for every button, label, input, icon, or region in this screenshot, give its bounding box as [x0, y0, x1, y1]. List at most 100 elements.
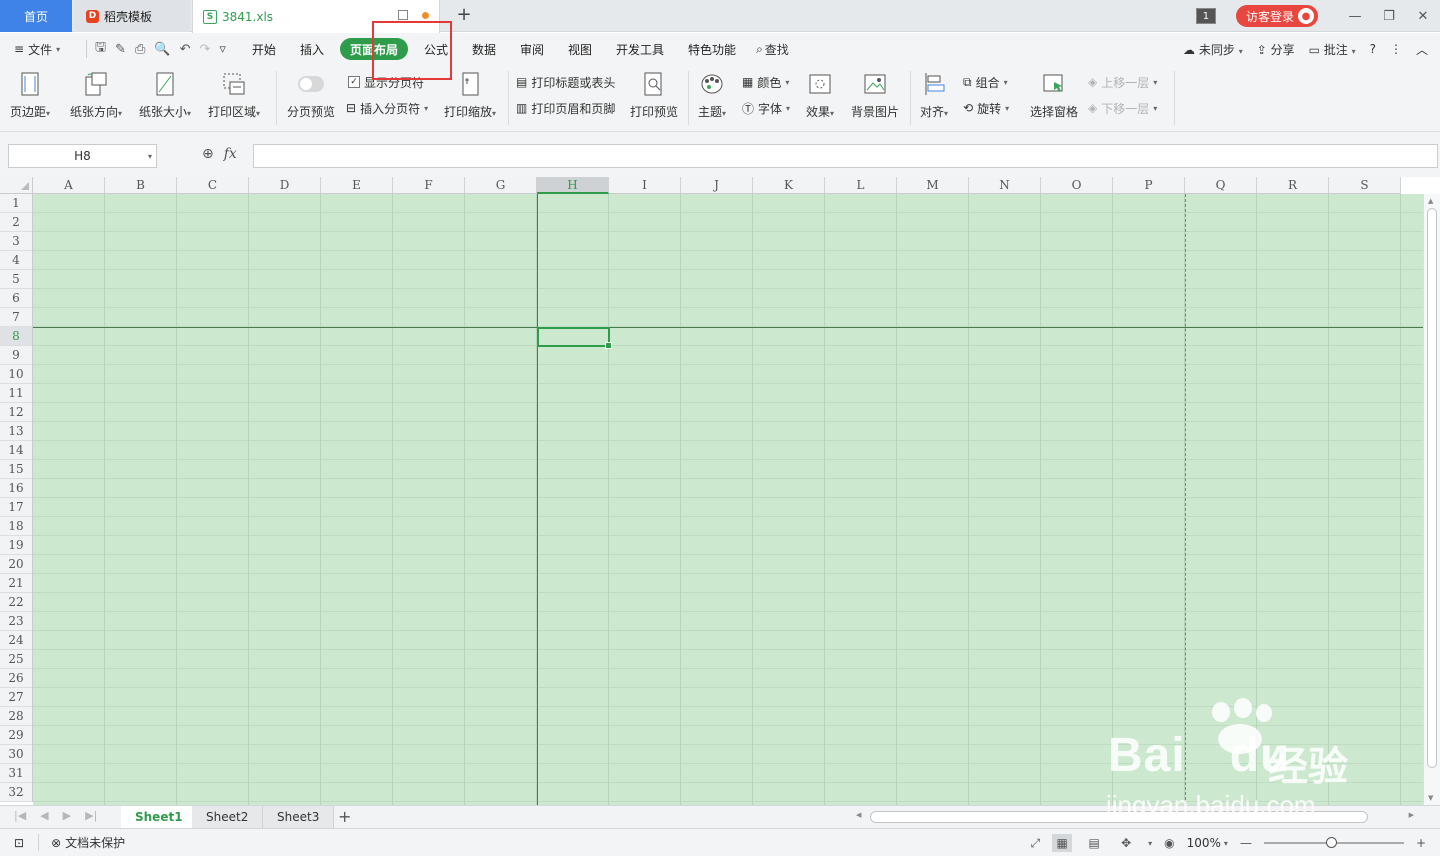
page-break-preview-toggle[interactable]: 分页预览 [287, 65, 335, 120]
effects-button[interactable]: 效果▾ [806, 65, 834, 120]
tab-view[interactable]: 视图 [556, 38, 604, 60]
align-button[interactable]: 对齐▾ [920, 65, 948, 120]
row-header[interactable]: 8 [0, 327, 32, 346]
close-icon[interactable]: ✕ [1406, 9, 1440, 24]
vertical-scrollbar[interactable]: ▲ ▼ [1423, 194, 1440, 805]
sync-button[interactable]: ☁ 未同步 ▾ [1183, 41, 1243, 58]
column-header[interactable]: C [177, 177, 249, 194]
column-header[interactable]: K [753, 177, 825, 194]
column-header[interactable]: H [537, 177, 609, 194]
column-header[interactable]: Q [1185, 177, 1257, 194]
column-header[interactable]: J [681, 177, 753, 194]
paper-size-button[interactable]: 纸张大小▾ [139, 65, 191, 120]
normal-view-icon[interactable]: ▦ [1052, 834, 1073, 852]
page-layout-view-icon[interactable]: ✥ [1116, 834, 1136, 852]
margins-button[interactable]: 页边距▾ [10, 65, 50, 120]
format-painter-icon[interactable]: ✎ [115, 42, 126, 57]
print-area-button[interactable]: 打印区域▾ [208, 65, 260, 120]
column-header[interactable]: N [969, 177, 1041, 194]
row-header[interactable]: 16 [0, 479, 32, 498]
row-header[interactable]: 9 [0, 346, 32, 365]
row-header[interactable]: 30 [0, 745, 32, 764]
row-header[interactable]: 5 [0, 270, 32, 289]
restore-tab-icon[interactable] [398, 10, 408, 20]
redo-icon[interactable]: ↷ [199, 42, 210, 57]
zoom-in-icon[interactable]: + [1416, 836, 1426, 850]
new-tab-button[interactable]: + [454, 4, 474, 25]
add-sheet-button[interactable]: + [338, 807, 351, 826]
last-sheet-icon[interactable]: ▶| [85, 809, 97, 822]
print-preview-icon[interactable]: 🔍 [154, 42, 170, 57]
column-header[interactable]: I [609, 177, 681, 194]
share-button[interactable]: ⇪ 分享 [1257, 41, 1295, 58]
group-button[interactable]: ⧉ 组合 ▾ [963, 73, 1008, 91]
save-icon[interactable]: 🖫 [95, 38, 106, 60]
row-header[interactable]: 29 [0, 726, 32, 745]
row-header[interactable]: 21 [0, 574, 32, 593]
background-image-button[interactable]: 背景图片 [851, 65, 899, 120]
row-header[interactable]: 23 [0, 612, 32, 631]
row-header[interactable]: 25 [0, 650, 32, 669]
column-header[interactable]: R [1257, 177, 1329, 194]
first-sheet-icon[interactable]: |◀ [14, 809, 26, 822]
orientation-button[interactable]: 纸张方向▾ [70, 65, 122, 120]
row-header[interactable]: 10 [0, 365, 32, 384]
row-header[interactable]: 27 [0, 688, 32, 707]
collapse-ribbon-icon[interactable]: ︿ [1416, 41, 1428, 58]
print-icon[interactable]: ⎙ [135, 42, 145, 57]
tab-formulas[interactable]: 公式 [412, 38, 460, 60]
maximize-icon[interactable]: ❐ [1372, 9, 1406, 24]
tab-review[interactable]: 审阅 [508, 38, 556, 60]
theme-button[interactable]: 主题▾ [698, 65, 726, 120]
tab-page-layout[interactable]: 页面布局 [339, 38, 408, 60]
zoom-slider[interactable] [1263, 837, 1404, 848]
row-header[interactable]: 15 [0, 460, 32, 479]
guest-login-button[interactable]: 访客登录 ● [1235, 5, 1318, 27]
formula-input[interactable] [253, 144, 1438, 168]
column-header[interactable]: P [1113, 177, 1185, 194]
zoom-level[interactable]: 100% ▾ [1187, 836, 1228, 850]
scroll-right-icon[interactable]: ▶ [1409, 811, 1414, 819]
column-header[interactable]: E [321, 177, 393, 194]
selection-pane-button[interactable]: 选择窗格 [1030, 65, 1078, 120]
prev-sheet-icon[interactable]: ◀ [40, 809, 48, 822]
zoom-slider-knob[interactable] [1325, 837, 1337, 848]
row-header[interactable]: 6 [0, 289, 32, 308]
comment-button[interactable]: ▭ 批注 ▾ [1309, 41, 1356, 58]
rotate-button[interactable]: ⟲ 旋转 ▾ [963, 99, 1009, 117]
fonts-button[interactable]: Ⓣ 字体 ▾ [742, 99, 790, 117]
row-header[interactable]: 2 [0, 213, 32, 232]
row-header[interactable]: 3 [0, 232, 32, 251]
print-preview-button[interactable]: 打印预览 [630, 65, 678, 120]
send-backward-button[interactable]: ◈ 下移一层 ▾ [1088, 99, 1157, 117]
row-header[interactable]: 20 [0, 555, 32, 574]
tab-insert[interactable]: 插入 [288, 38, 336, 60]
row-header[interactable]: 12 [0, 403, 32, 422]
next-sheet-icon[interactable]: ▶ [63, 809, 71, 822]
minimize-icon[interactable]: — [1338, 9, 1372, 24]
window-count-badge[interactable]: 1 [1195, 8, 1216, 24]
tab-home[interactable]: 首页 [0, 0, 72, 32]
row-header[interactable]: 31 [0, 764, 32, 783]
row-header[interactable]: 13 [0, 422, 32, 441]
scroll-up-icon[interactable]: ▲ [1428, 197, 1433, 205]
vertical-scroll-thumb[interactable] [1427, 208, 1437, 768]
row-header[interactable]: 22 [0, 593, 32, 612]
row-header[interactable]: 28 [0, 707, 32, 726]
scroll-down-icon[interactable]: ▼ [1428, 794, 1433, 802]
row-header[interactable]: 7 [0, 308, 32, 327]
sheet-tab-3[interactable]: Sheet3 [263, 806, 335, 828]
sheet-tab-2[interactable]: Sheet2 [192, 806, 264, 828]
column-header[interactable]: O [1041, 177, 1113, 194]
fullscreen-icon[interactable]: ⤢ [1031, 836, 1041, 851]
column-header[interactable]: D [249, 177, 321, 194]
tab-special-features[interactable]: 特色功能 [676, 38, 748, 60]
show-page-breaks-checkbox[interactable]: ✓ 显示分页符 [348, 73, 424, 91]
more-icon[interactable]: ⋮ [1390, 42, 1402, 56]
file-menu[interactable]: ≡ 文件 ▾ [0, 41, 86, 58]
row-header[interactable]: 11 [0, 384, 32, 403]
row-header[interactable]: 18 [0, 517, 32, 536]
colors-button[interactable]: ▦ 颜色 ▾ [742, 73, 789, 91]
header-footer-button[interactable]: ▥ 打印页眉和页脚 [516, 99, 615, 117]
tab-docer-templates[interactable]: D 稻壳模板 [74, 0, 190, 32]
